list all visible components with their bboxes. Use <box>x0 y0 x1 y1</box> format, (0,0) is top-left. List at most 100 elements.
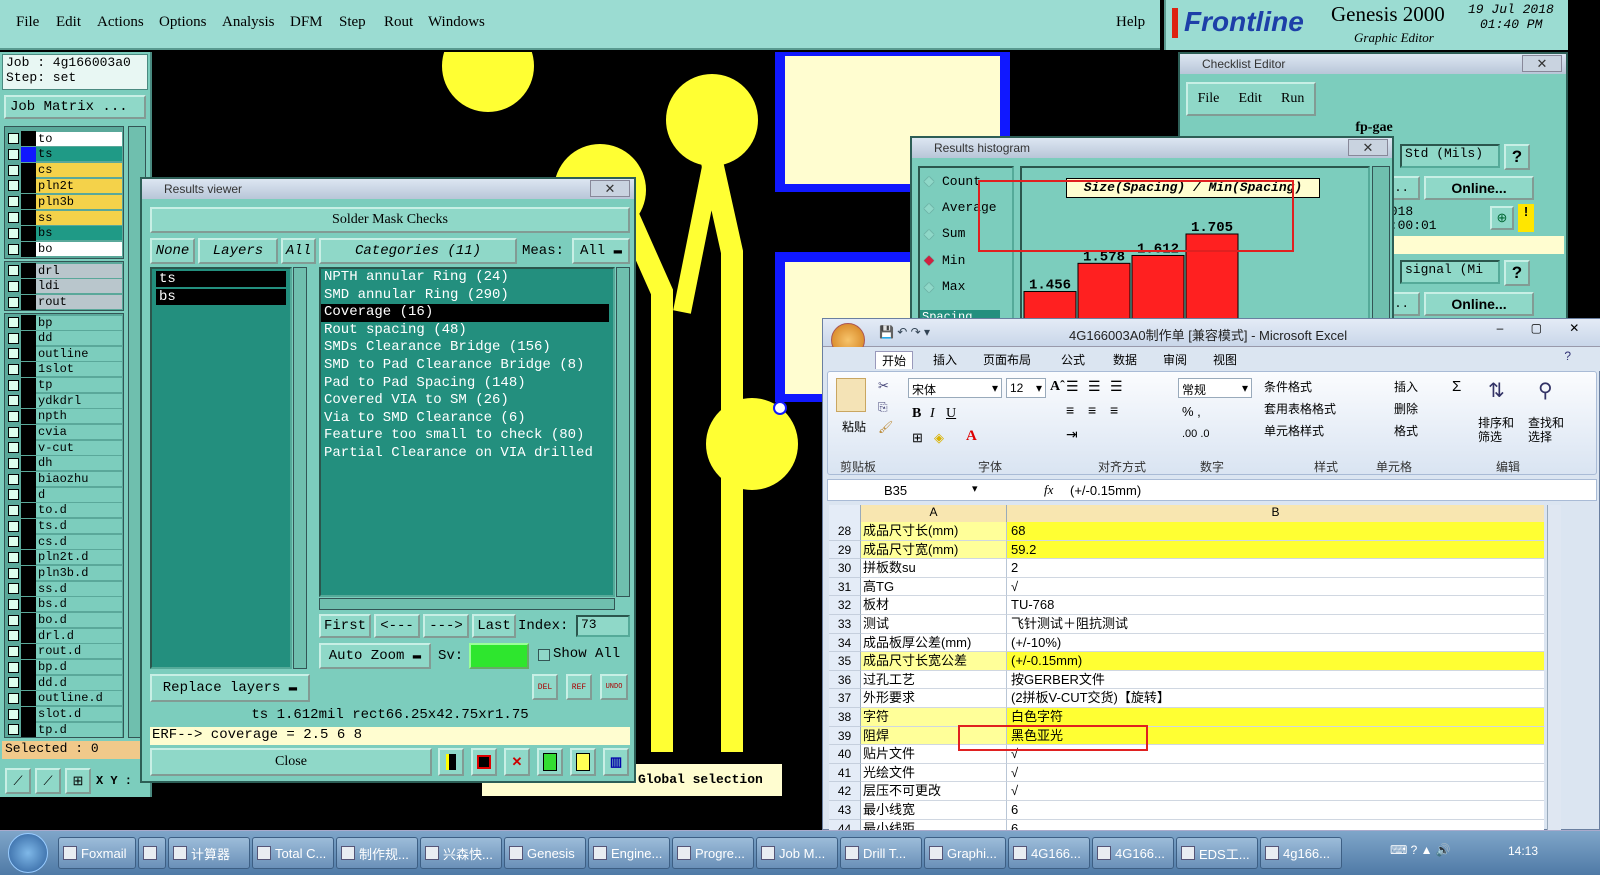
cell-b[interactable]: 白色字符 <box>1007 708 1544 727</box>
auto-zoom-dropdown[interactable]: Auto Zoom ▬ <box>319 643 431 669</box>
row-number[interactable]: 35 <box>829 652 861 671</box>
first-button[interactable]: First <box>319 614 371 638</box>
layer-row[interactable]: biaozhu <box>8 471 122 487</box>
cell-b[interactable]: (+/-10%) <box>1007 633 1544 653</box>
row-number[interactable]: 31 <box>829 577 861 597</box>
layer-name[interactable]: rout <box>36 295 122 310</box>
layer-checkbox[interactable] <box>8 395 19 407</box>
cell-a[interactable]: 层压不可更改 <box>861 782 1007 801</box>
layer-name[interactable]: biaozhu <box>36 472 122 487</box>
row-number[interactable]: 43 <box>829 801 861 820</box>
layer-checkbox[interactable] <box>8 363 19 375</box>
cell-a[interactable]: 板材 <box>861 596 1007 615</box>
menu-rout[interactable]: Rout <box>384 14 413 31</box>
layer-checkbox[interactable] <box>8 645 19 657</box>
taskbar-button[interactable]: 4g166... <box>1260 837 1342 869</box>
zoom-icon[interactable]: ⊕ <box>1490 206 1514 230</box>
layer-name[interactable]: bo <box>36 242 122 257</box>
layer-checkbox[interactable] <box>8 227 19 239</box>
del-icon[interactable]: DEL <box>532 674 558 700</box>
layer-name[interactable]: tp.d <box>36 722 122 737</box>
layer-checkbox[interactable] <box>8 148 19 160</box>
layer-row[interactable]: bo.d <box>8 612 122 628</box>
layer-checkbox[interactable] <box>8 180 19 192</box>
taskbar-button[interactable]: Drill T... <box>840 837 922 869</box>
histogram-bar[interactable] <box>1131 254 1185 320</box>
row-number[interactable]: 42 <box>829 782 861 801</box>
layer-name[interactable]: npth <box>36 409 122 424</box>
radio-icon[interactable]: ◆ <box>924 279 934 295</box>
radio-icon[interactable]: ◆ <box>924 200 934 216</box>
layer-row[interactable]: ss.d <box>8 581 122 597</box>
row-number[interactable]: 29 <box>829 540 861 560</box>
layer-name[interactable]: bp <box>36 315 122 330</box>
layer-name[interactable]: pln3b <box>36 194 122 209</box>
layer-name[interactable]: ts <box>36 147 122 162</box>
taskbar-button[interactable]: 4G166... <box>1008 837 1090 869</box>
meas-dropdown[interactable]: All ▬ <box>572 238 630 264</box>
row-number[interactable]: 34 <box>829 633 861 653</box>
replace-layers-dropdown[interactable]: Replace layers ▬ <box>150 674 310 702</box>
layer-checkbox[interactable] <box>8 473 19 485</box>
layers-button[interactable]: Layers <box>198 238 278 264</box>
taskbar-button[interactable]: Total C... <box>252 837 334 869</box>
close-icon[interactable]: ✕ <box>1569 321 1579 341</box>
layer-name[interactable]: rout.d <box>36 644 122 659</box>
layer-name[interactable]: bo.d <box>36 613 122 628</box>
layer-name[interactable]: outline <box>36 346 122 361</box>
layer-row[interactable]: tp.d <box>8 722 122 738</box>
cell-b[interactable]: TU-768 <box>1007 596 1544 615</box>
layer-row[interactable]: rout.d <box>8 643 122 659</box>
all-button[interactable]: All <box>281 238 316 264</box>
layer-name[interactable]: dd <box>36 331 122 346</box>
layer-name[interactable]: cvia <box>36 425 122 440</box>
layer-row[interactable]: slot.d <box>8 706 122 722</box>
layer-name[interactable]: cs <box>36 163 122 178</box>
layer-row[interactable]: ts <box>8 146 122 162</box>
ref-icon[interactable]: REF <box>566 674 592 700</box>
row-number[interactable]: 32 <box>829 596 861 615</box>
categories-list[interactable]: NPTH annular Ring (24) SMD annular Ring (… <box>319 267 615 597</box>
signal-units-field[interactable]: signal (Mi <box>1400 260 1500 284</box>
layer-row[interactable]: bs <box>8 225 122 241</box>
menu-analysis[interactable]: Analysis <box>222 14 275 31</box>
row-number[interactable]: 30 <box>829 559 861 578</box>
histogram-scrollbar[interactable] <box>1372 166 1390 322</box>
none-button[interactable]: None <box>150 238 195 264</box>
layer-row[interactable]: bp.d <box>8 659 122 675</box>
cell-b[interactable]: √ <box>1007 782 1544 801</box>
cell-b[interactable]: √ <box>1007 577 1544 597</box>
menu-edit[interactable]: Edit <box>56 14 81 31</box>
cell-a[interactable]: 过孔工艺 <box>861 670 1007 690</box>
highlight-icon[interactable] <box>471 748 497 776</box>
checklist-menu-file[interactable]: File <box>1198 91 1220 107</box>
row-number[interactable]: 40 <box>829 745 861 764</box>
help-icon[interactable]: ? <box>1564 349 1571 363</box>
layers-scrollbar[interactable] <box>293 267 307 669</box>
layer-row[interactable]: tp <box>8 377 122 393</box>
layer-checkbox[interactable] <box>8 504 19 516</box>
layer-checkbox[interactable] <box>8 296 19 308</box>
layer-row[interactable]: pln3b.d <box>8 565 122 581</box>
histogram-option[interactable]: ◆ Max <box>920 274 1012 300</box>
category-item[interactable]: Covered VIA to SM (26) <box>321 392 609 410</box>
layer-list-item[interactable]: bs <box>156 289 286 305</box>
layer-row[interactable]: cs.d <box>8 534 122 550</box>
checklist-menu-run[interactable]: Run <box>1281 91 1304 107</box>
category-item[interactable]: SMD annular Ring (290) <box>321 287 609 305</box>
taskbar-button[interactable] <box>138 837 166 869</box>
row-number[interactable]: 39 <box>829 726 861 746</box>
step-icon[interactable] <box>537 748 563 776</box>
cell-a[interactable]: 测试 <box>861 615 1007 634</box>
layer-checkbox[interactable] <box>8 280 19 292</box>
cell-a[interactable]: 成品尺寸长(mm) <box>861 522 1007 541</box>
taskbar-button[interactable]: 4G166... <box>1092 837 1174 869</box>
layer-row[interactable]: bp <box>8 315 122 330</box>
row-number[interactable]: 36 <box>829 670 861 690</box>
layer-checkbox[interactable] <box>8 661 19 673</box>
online-button-1[interactable]: Online... <box>1424 176 1534 200</box>
layer-name[interactable]: ts.d <box>36 519 122 534</box>
close-icon[interactable]: ✕ <box>590 180 630 197</box>
row-number[interactable]: 33 <box>829 615 861 634</box>
layer-row[interactable]: pln2t <box>8 178 122 194</box>
